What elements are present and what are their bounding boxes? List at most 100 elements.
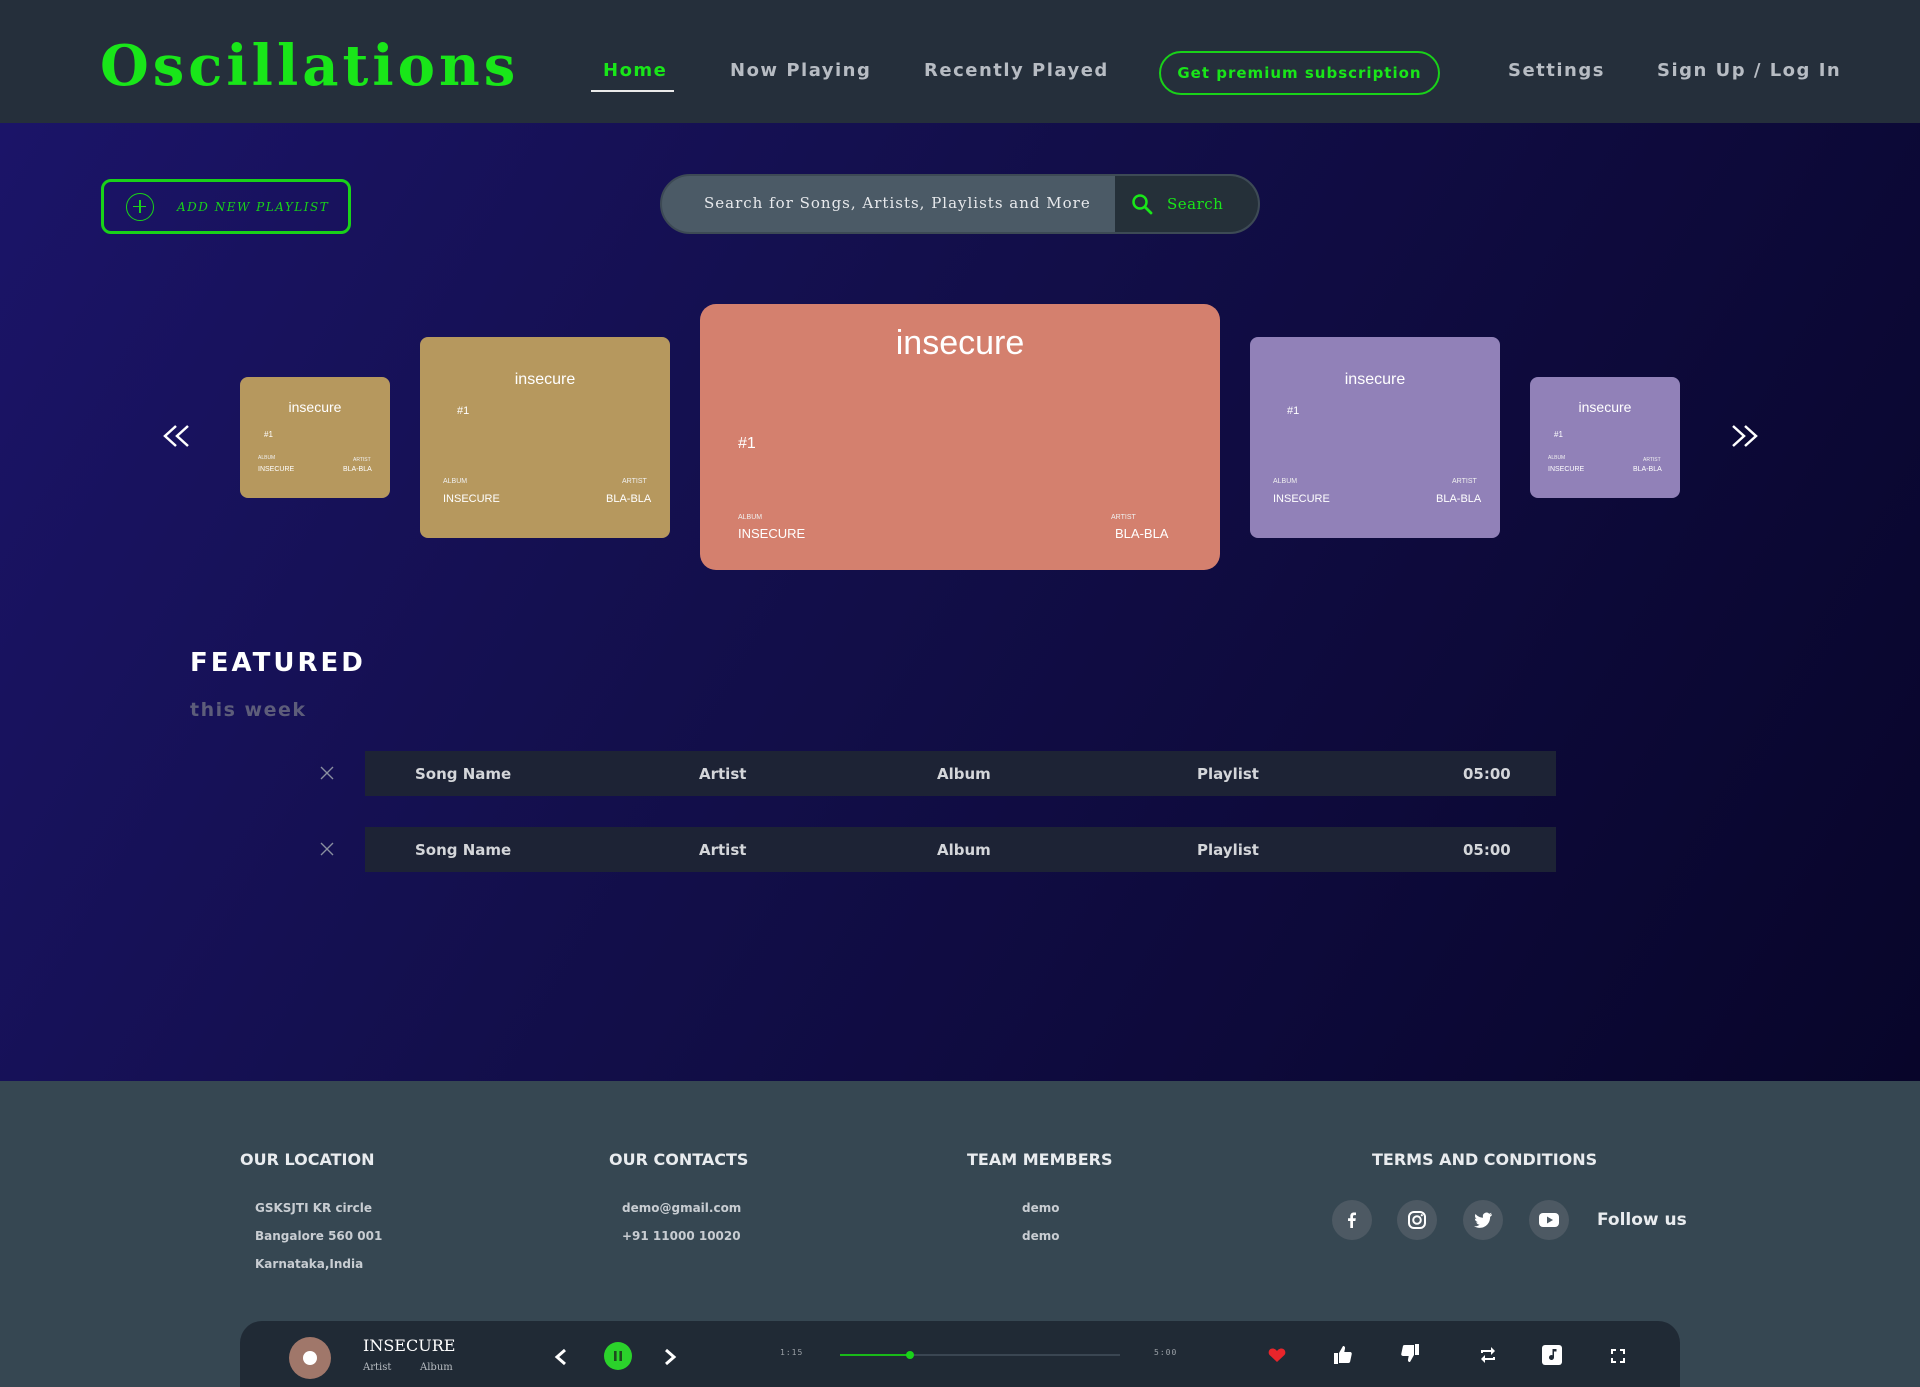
song-playlist: Playlist (1197, 765, 1259, 783)
main-content (0, 123, 1920, 1081)
thumbs-down-icon[interactable] (1400, 1343, 1420, 1363)
footer-terms-heading[interactable]: TERMS AND CONDITIONS (1372, 1150, 1597, 1169)
music-note-icon[interactable] (1542, 1345, 1562, 1365)
footer-contacts-heading: OUR CONTACTS (609, 1150, 749, 1169)
facebook-icon[interactable] (1332, 1200, 1372, 1240)
card-artist-label: ARTIST (1111, 514, 1136, 521)
footer-contact-phone[interactable]: +91 11000 10020 (622, 1229, 741, 1243)
fullscreen-icon[interactable] (1611, 1349, 1625, 1363)
footer-location-heading: OUR LOCATION (240, 1150, 375, 1169)
search-input[interactable] (704, 194, 1104, 212)
footer-team-member: demo (1022, 1201, 1060, 1215)
player-track-artist: Artist (363, 1362, 392, 1373)
nav-recently-played[interactable]: Recently Played (924, 60, 1109, 81)
search-button-label: Search (1167, 195, 1224, 213)
instagram-icon[interactable] (1397, 1200, 1437, 1240)
top-navbar: Oscillations Home Now Playing Recently P… (0, 0, 1920, 123)
card-album: INSECURE (738, 526, 806, 541)
total-time: 5:00 (1154, 1348, 1178, 1357)
card-album-label: ALBUM (1273, 478, 1298, 485)
carousel-card[interactable]: insecure #1 ALBUM INSECURE ARTIST BLA-BL… (1250, 337, 1500, 538)
card-rank: #1 (264, 430, 273, 439)
song-album: Album (937, 841, 991, 859)
carousel-card-active[interactable]: insecure #1 ALBUM INSECURE ARTIST BLA-BL… (700, 304, 1220, 570)
remove-row-icon[interactable] (318, 840, 336, 858)
carousel-card[interactable]: insecure #1 ALBUM INSECURE ARTIST BLA-BL… (240, 377, 390, 498)
card-artist: BLA-BLA (1436, 493, 1482, 505)
card-album-label: ALBUM (258, 455, 276, 461)
card-album-label: ALBUM (443, 478, 468, 485)
search-bar: Search (660, 174, 1260, 234)
app-logo[interactable]: Oscillations (100, 33, 519, 99)
player-track-title: INSECURE (363, 1336, 456, 1355)
repeat-icon[interactable] (1478, 1346, 1498, 1364)
progress-slider[interactable] (840, 1351, 1120, 1359)
nav-now-playing[interactable]: Now Playing (730, 60, 871, 81)
song-name: Song Name (415, 765, 512, 783)
carousel-card[interactable]: insecure #1 ALBUM INSECURE ARTIST BLA-BL… (420, 337, 670, 538)
carousel-card[interactable]: insecure #1 ALBUM INSECURE ARTIST BLA-BL… (1530, 377, 1680, 498)
album-art-disc (289, 1337, 331, 1379)
footer-contact-email[interactable]: demo@gmail.com (622, 1201, 741, 1215)
card-artist: BLA-BLA (1115, 526, 1169, 541)
table-row[interactable]: Song Name Artist Album Playlist 05:00 (365, 751, 1556, 796)
card-title: insecure (895, 324, 1025, 362)
card-album: INSECURE (443, 493, 500, 505)
song-playlist: Playlist (1197, 841, 1259, 859)
remove-row-icon[interactable] (318, 764, 336, 782)
card-album: INSECURE (1273, 493, 1330, 505)
card-artist-label: ARTIST (1643, 457, 1661, 463)
card-title: insecure (514, 371, 576, 388)
card-title: insecure (1344, 371, 1406, 388)
pause-button[interactable] (604, 1342, 632, 1370)
card-artist-label: ARTIST (622, 478, 647, 485)
search-button[interactable]: Search (1115, 176, 1258, 232)
card-album: INSECURE (258, 466, 295, 473)
card-artist: BLA-BLA (606, 493, 652, 505)
youtube-icon[interactable] (1529, 1200, 1569, 1240)
elapsed-time: 1:15 (780, 1348, 804, 1357)
table-row[interactable]: Song Name Artist Album Playlist 05:00 (365, 827, 1556, 872)
add-new-playlist-button[interactable]: ADD NEW PLAYLIST (101, 179, 351, 234)
song-album: Album (937, 765, 991, 783)
featured-subheading: this week (190, 699, 307, 721)
thumbs-up-icon[interactable] (1333, 1345, 1353, 1365)
progress-knob[interactable] (906, 1351, 914, 1359)
song-duration: 05:00 (1463, 765, 1511, 783)
double-chevron-right-icon[interactable] (1727, 424, 1759, 448)
card-title: insecure (1578, 399, 1632, 415)
nav-settings[interactable]: Settings (1508, 60, 1605, 81)
heart-icon[interactable] (1268, 1347, 1286, 1363)
card-artist: BLA-BLA (1633, 466, 1662, 473)
pause-icon (614, 1351, 622, 1361)
card-rank: #1 (738, 435, 756, 452)
nav-home[interactable]: Home (603, 60, 667, 81)
next-track-icon[interactable] (663, 1348, 677, 1366)
card-rank: #1 (1554, 430, 1563, 439)
card-artist-label: ARTIST (1452, 478, 1477, 485)
card-album: INSECURE (1548, 466, 1585, 473)
song-name: Song Name (415, 841, 512, 859)
song-artist: Artist (699, 841, 747, 859)
plus-circle-icon (126, 192, 154, 221)
premium-subscription-button[interactable]: Get premium subscription (1159, 51, 1440, 95)
follow-us-label: Follow us (1597, 1210, 1687, 1230)
nav-active-underline (591, 90, 674, 92)
footer-team-member: demo (1022, 1229, 1060, 1243)
card-album-label: ALBUM (738, 514, 763, 521)
card-album-label: ALBUM (1548, 455, 1566, 461)
footer-location-line: Bangalore 560 001 (255, 1229, 383, 1243)
card-artist: BLA-BLA (343, 466, 372, 473)
nav-sign-up-log-in[interactable]: Sign Up / Log In (1657, 60, 1841, 81)
twitter-icon[interactable] (1463, 1200, 1503, 1240)
card-artist-label: ARTIST (353, 457, 371, 463)
add-playlist-label: ADD NEW PLAYLIST (177, 199, 330, 214)
music-player-bar: INSECURE Artist Album 1:15 5:00 (240, 1321, 1680, 1387)
card-title: insecure (288, 399, 342, 415)
footer-location-line: GSKSJTI KR circle (255, 1201, 372, 1215)
previous-track-icon[interactable] (554, 1348, 568, 1366)
footer-team-heading: TEAM MEMBERS (967, 1150, 1113, 1169)
double-chevron-left-icon[interactable] (162, 424, 194, 448)
song-duration: 05:00 (1463, 841, 1511, 859)
player-track-album: Album (420, 1362, 453, 1373)
